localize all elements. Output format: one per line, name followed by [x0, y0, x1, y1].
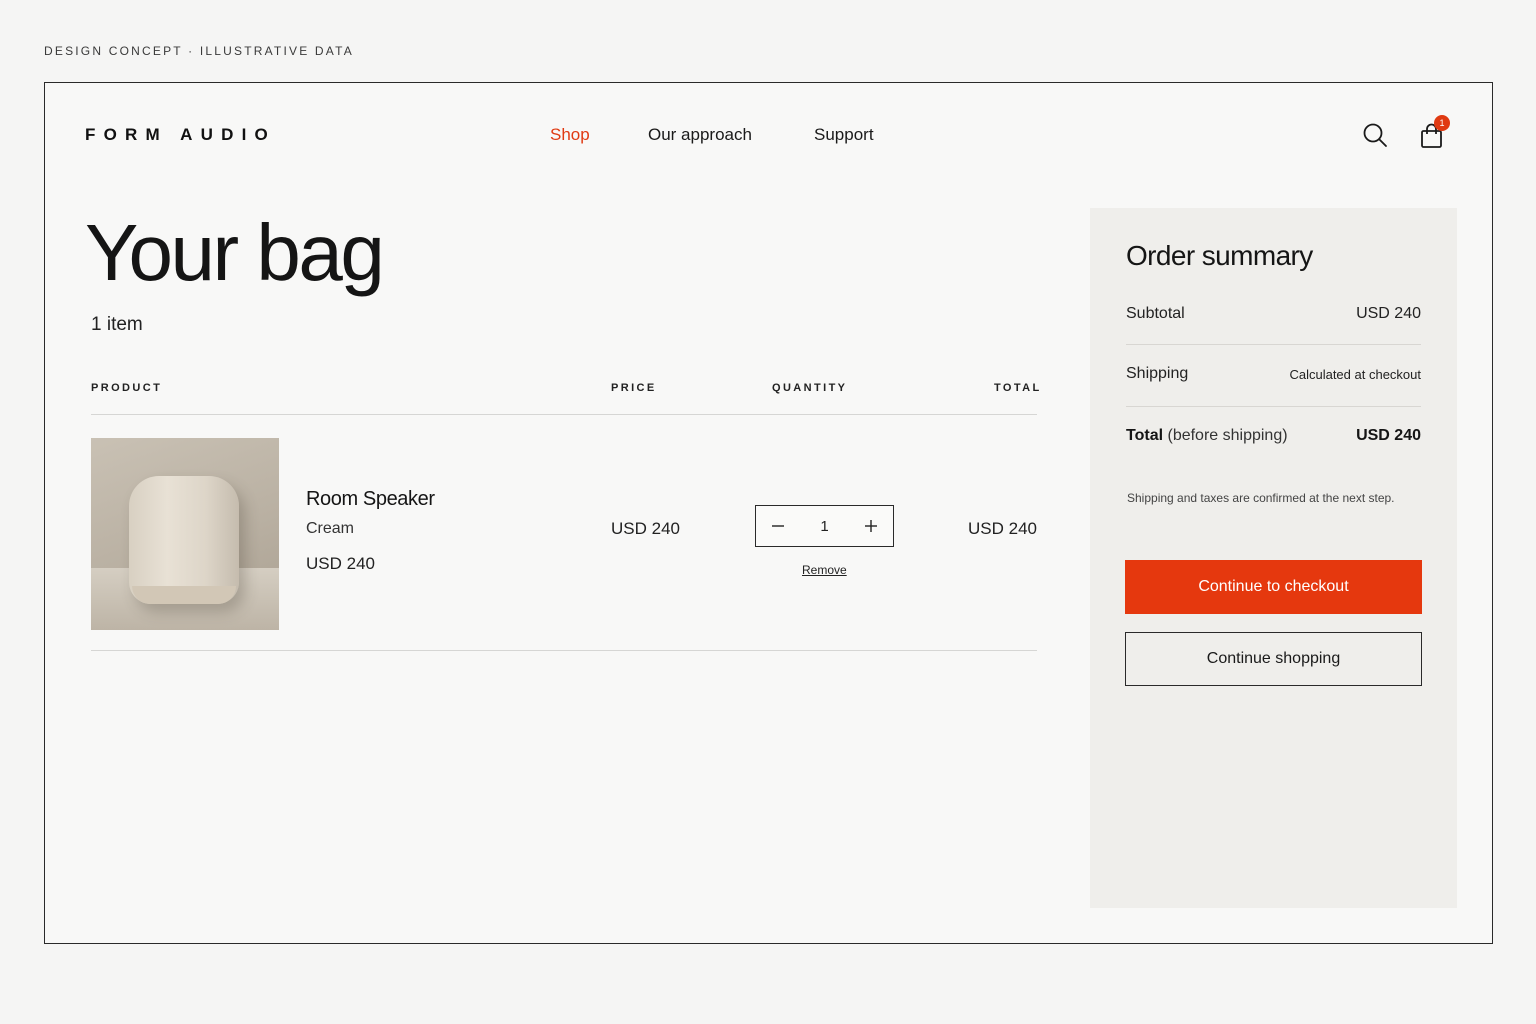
- column-header-total: TOTAL: [994, 382, 1042, 394]
- subtotal-label: Subtotal: [1126, 305, 1185, 322]
- quantity-input[interactable]: [800, 506, 849, 546]
- item-count: 1 item: [91, 314, 143, 335]
- speaker-shape: [129, 476, 239, 604]
- subtotal-row: Subtotal USD 240: [1126, 305, 1421, 323]
- remove-item-link[interactable]: Remove: [802, 563, 847, 577]
- shipping-row: Shipping Calculated at checkout: [1126, 365, 1421, 383]
- speaker-base-shape: [132, 586, 236, 604]
- product-image[interactable]: [91, 438, 279, 630]
- plus-icon: [865, 520, 877, 532]
- summary-divider-1: [1126, 344, 1421, 345]
- quantity-stepper: [755, 505, 894, 547]
- column-header-quantity: QUANTITY: [772, 382, 848, 394]
- brand-logo[interactable]: FORM AUDIO: [85, 125, 276, 145]
- nav-our-approach[interactable]: Our approach: [648, 125, 752, 145]
- app-window: FORM AUDIO Shop Our approach Support 1 Y…: [44, 82, 1493, 944]
- page-caption: DESIGN CONCEPT · ILLUSTRATIVE DATA: [44, 44, 354, 58]
- total-qualifier: (before shipping): [1167, 427, 1288, 444]
- decrease-quantity-button[interactable]: [756, 506, 800, 546]
- continue-shopping-button[interactable]: Continue shopping: [1125, 632, 1422, 686]
- product-price: USD 240: [611, 519, 680, 538]
- search-icon[interactable]: [1362, 122, 1388, 148]
- product-unit-price: USD 240: [306, 554, 375, 573]
- order-summary-panel: Order summary Subtotal USD 240 Shipping …: [1090, 208, 1457, 908]
- product-name[interactable]: Room Speaker: [306, 488, 435, 511]
- continue-to-checkout-button[interactable]: Continue to checkout: [1125, 560, 1422, 614]
- page-title: Your bag: [85, 208, 385, 297]
- nav-support[interactable]: Support: [814, 125, 874, 145]
- table-header-divider: [91, 414, 1037, 415]
- column-header-price: PRICE: [611, 382, 657, 394]
- shipping-note: Shipping and taxes are confirmed at the …: [1127, 491, 1395, 505]
- increase-quantity-button[interactable]: [849, 506, 893, 546]
- total-label: Total: [1126, 427, 1164, 444]
- minus-icon: [772, 525, 784, 527]
- nav-shop[interactable]: Shop: [550, 125, 590, 145]
- column-header-product: PRODUCT: [91, 382, 163, 394]
- line-total: USD 240: [968, 519, 1037, 538]
- shipping-label: Shipping: [1126, 365, 1189, 382]
- order-summary-title: Order summary: [1126, 240, 1313, 271]
- bag-button[interactable]: 1: [1420, 115, 1450, 149]
- total-row: Total (before shipping) USD 240: [1126, 427, 1421, 445]
- total-value: USD 240: [1356, 427, 1421, 444]
- summary-divider-2: [1126, 406, 1421, 407]
- shipping-value: Calculated at checkout: [1289, 367, 1421, 382]
- subtotal-value: USD 240: [1356, 305, 1421, 322]
- cart-count-badge: 1: [1434, 115, 1450, 131]
- table-row-divider: [91, 650, 1037, 651]
- product-variant: Cream: [306, 520, 355, 537]
